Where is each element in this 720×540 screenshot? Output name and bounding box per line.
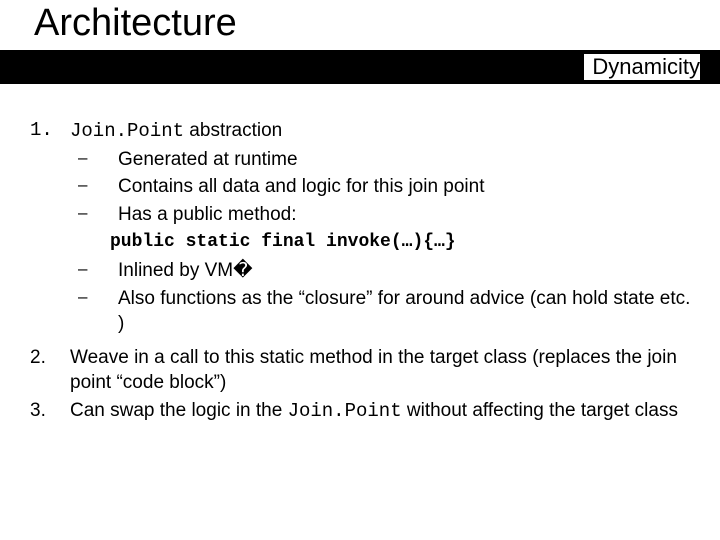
point-text: Weave in a call to this static method in… — [70, 345, 700, 396]
slide-subtitle: Dynamicity — [584, 54, 700, 80]
point-1: 1. Join.Point abstraction — [30, 118, 700, 145]
slide-body: 1. Join.Point abstraction – Generated at… — [30, 118, 700, 427]
list-item: – Also functions as the “closure” for ar… — [70, 286, 700, 337]
code-line: public static final invoke(…){…} — [110, 230, 700, 254]
bullet-text: Has a public method: — [118, 202, 700, 228]
text-pre: Can swap the logic in the — [70, 400, 288, 421]
bullet-text: Contains all data and logic for this joi… — [118, 174, 700, 200]
point-text: Join.Point abstraction — [70, 118, 700, 145]
bullet-text: Also functions as the “closure” for arou… — [118, 286, 700, 337]
point-text: Can swap the logic in the Join.Point wit… — [70, 398, 700, 425]
bullet-text: Generated at runtime — [118, 147, 700, 173]
slide: Architecture Dynamicity 1. Join.Point ab… — [0, 0, 720, 540]
list-item: – Contains all data and logic for this j… — [70, 174, 700, 200]
term-joinpoint: Join.Point — [288, 400, 402, 422]
point-number: 3. — [30, 398, 70, 425]
bullet-text: Inlined by VM� — [118, 258, 700, 284]
point-number: 2. — [30, 345, 70, 396]
point-number: 1. — [30, 118, 70, 145]
bullet-dash: – — [70, 202, 118, 228]
title-bar: Architecture Dynamicity — [0, 0, 720, 90]
point-rest: abstraction — [184, 120, 282, 141]
text-post: without affecting the target class — [402, 400, 678, 421]
bullet-dash: – — [70, 258, 118, 284]
point-3: 3. Can swap the logic in the Join.Point … — [30, 398, 700, 425]
bullet-dash: – — [70, 147, 118, 173]
list-item: – Has a public method: — [70, 202, 700, 228]
bullet-dash: – — [70, 174, 118, 200]
term-joinpoint: Join.Point — [70, 120, 184, 142]
point-2: 2. Weave in a call to this static method… — [30, 345, 700, 396]
list-item: – Generated at runtime — [70, 147, 700, 173]
slide-title: Architecture — [34, 2, 237, 45]
bullet-dash: – — [70, 286, 118, 337]
list-item: – Inlined by VM� — [70, 258, 700, 284]
